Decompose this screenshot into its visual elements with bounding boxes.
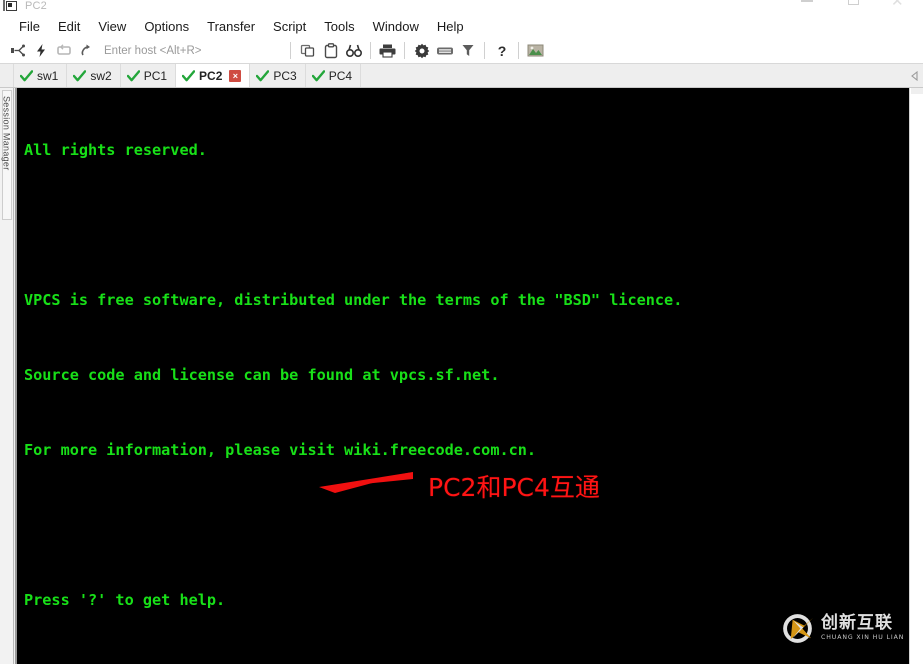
terminal-scrollbar[interactable] bbox=[909, 88, 923, 664]
tab-bar-filler bbox=[361, 64, 906, 87]
tab-bar-left-pad bbox=[0, 64, 14, 87]
find-icon[interactable] bbox=[342, 40, 365, 62]
toolbar-separator-5 bbox=[518, 42, 519, 59]
tab-pc4[interactable]: PC4 bbox=[305, 64, 362, 87]
chevron-left-icon bbox=[911, 70, 918, 81]
tab-label: sw2 bbox=[90, 68, 112, 83]
tab-label: PC3 bbox=[273, 68, 297, 83]
paste-icon[interactable] bbox=[319, 40, 342, 62]
terminal-line: All rights reserved. bbox=[24, 141, 207, 159]
image-icon[interactable] bbox=[524, 40, 547, 62]
quick-connect-icon[interactable] bbox=[29, 40, 52, 62]
terminal-line: VPCS is free software, distributed under… bbox=[24, 291, 683, 309]
reconnect-icon[interactable] bbox=[52, 40, 75, 62]
menu-file[interactable]: File bbox=[10, 17, 49, 36]
tab-bar: sw1 sw2 PC1 PC2 × PC3 PC4 bbox=[0, 64, 923, 88]
tab-sw2[interactable]: sw2 bbox=[67, 64, 121, 87]
terminal-output: All rights reserved. VPCS is free softwa… bbox=[24, 88, 909, 664]
close-icon: ✕ bbox=[891, 0, 904, 10]
svg-text:?: ? bbox=[497, 43, 506, 59]
watermark-en-text: CHUANG XIN HU LIAN bbox=[821, 634, 905, 642]
host-input[interactable]: Enter host <Alt+R> bbox=[104, 45, 279, 57]
gear-icon[interactable] bbox=[410, 40, 433, 62]
check-icon bbox=[311, 69, 325, 81]
check-icon bbox=[182, 69, 196, 81]
toolbar-separator-3 bbox=[404, 42, 405, 59]
toolbar: Enter host <Alt+R> ? bbox=[0, 38, 923, 64]
terminal-scrollbar-thumb[interactable] bbox=[911, 88, 923, 94]
window-controls: ✕ bbox=[785, 0, 923, 15]
check-icon bbox=[126, 69, 140, 81]
help-icon[interactable]: ? bbox=[490, 40, 513, 62]
check-icon bbox=[73, 69, 87, 81]
connect-icon[interactable] bbox=[6, 40, 29, 62]
menu-bar: File Edit View Options Transfer Script T… bbox=[0, 15, 923, 38]
terminal-line: Press '?' to get help. bbox=[24, 591, 226, 609]
menu-edit[interactable]: Edit bbox=[49, 17, 89, 36]
terminal-icon bbox=[3, 0, 19, 13]
copy-icon[interactable] bbox=[296, 40, 319, 62]
tab-sw1[interactable]: sw1 bbox=[14, 64, 68, 87]
tab-label: PC1 bbox=[143, 68, 168, 83]
menu-tools[interactable]: Tools bbox=[315, 17, 363, 36]
check-icon bbox=[20, 69, 33, 81]
menu-help[interactable]: Help bbox=[428, 17, 473, 36]
title-bar: PC2 ✕ bbox=[0, 0, 923, 15]
menu-script[interactable]: Script bbox=[264, 17, 315, 36]
filter-icon[interactable] bbox=[456, 40, 479, 62]
check-icon bbox=[256, 69, 270, 81]
keymap-icon[interactable] bbox=[433, 40, 456, 62]
menu-window[interactable]: Window bbox=[364, 17, 428, 36]
tab-pc2[interactable]: PC2 × bbox=[176, 64, 251, 87]
menu-transfer[interactable]: Transfer bbox=[198, 17, 264, 36]
toolbar-separator-2 bbox=[370, 42, 371, 59]
tab-scroll-left-button[interactable] bbox=[906, 64, 923, 87]
disconnect-icon[interactable] bbox=[75, 40, 98, 62]
maximize-button[interactable] bbox=[831, 0, 877, 15]
tab-label: PC4 bbox=[328, 68, 353, 83]
print-icon[interactable] bbox=[376, 40, 399, 62]
watermark: 创新互联 CHUANG XIN HU LIAN bbox=[781, 612, 904, 645]
session-manager-label: Session Manager bbox=[1, 96, 12, 171]
minimize-button[interactable] bbox=[785, 0, 831, 15]
terminal-pane[interactable]: All rights reserved. VPCS is free softwa… bbox=[15, 88, 923, 664]
toolbar-separator-1 bbox=[290, 42, 291, 59]
securecrt-window: PC2 ✕ File Edit View Options Transfer Sc… bbox=[0, 0, 923, 664]
menu-options[interactable]: Options bbox=[135, 17, 198, 36]
tab-label: sw1 bbox=[37, 68, 59, 83]
close-button[interactable]: ✕ bbox=[877, 0, 923, 15]
window-title: PC2 bbox=[25, 0, 47, 12]
tab-close-button[interactable]: × bbox=[229, 69, 242, 82]
terminal-line: For more information, please visit wiki.… bbox=[24, 441, 537, 459]
tab-pc3[interactable]: PC3 bbox=[250, 64, 306, 87]
terminal-line: Source code and license can be found at … bbox=[24, 366, 500, 384]
session-manager-strip[interactable]: Session Manager bbox=[0, 88, 14, 664]
terminal-left-border bbox=[15, 88, 17, 664]
tab-pc1[interactable]: PC1 bbox=[120, 64, 177, 87]
watermark-cn-text: 创新互联 bbox=[821, 613, 893, 634]
menu-view[interactable]: View bbox=[89, 17, 135, 36]
cx-circle-logo bbox=[783, 614, 814, 643]
toolbar-separator-4 bbox=[484, 42, 485, 59]
annotation-text: PC2和PC4互通 bbox=[428, 473, 600, 502]
tab-label: PC2 bbox=[199, 68, 223, 83]
